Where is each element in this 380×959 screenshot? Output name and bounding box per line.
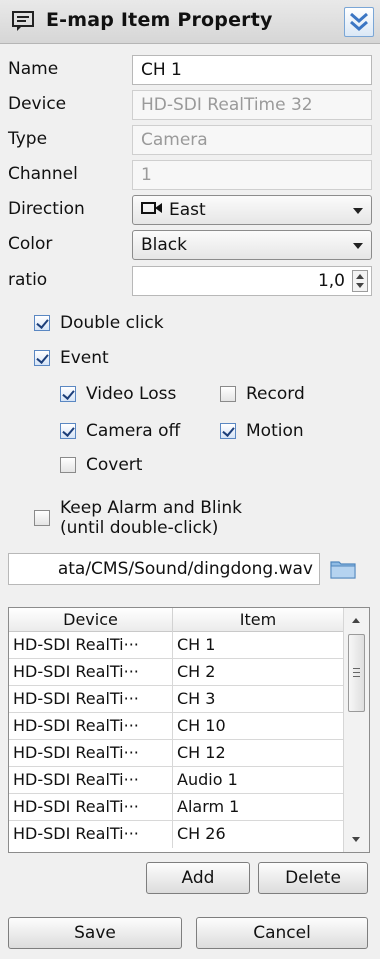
scrollbar-thumb[interactable] xyxy=(348,634,365,712)
video-loss-checkbox[interactable]: Video Loss xyxy=(60,384,176,404)
device-cell: HD-SDI RealTi··· xyxy=(9,821,173,848)
camera-icon xyxy=(141,202,162,214)
motion-checkbox[interactable]: Motion xyxy=(220,421,304,441)
panel-title: E-map Item Property xyxy=(46,9,273,31)
ratio-spinbox[interactable]: 1,0 xyxy=(132,266,372,296)
direction-value: East xyxy=(169,200,206,220)
direction-label: Direction xyxy=(8,199,85,219)
checkbox-box[interactable] xyxy=(220,423,236,439)
double-click-label: Double click xyxy=(60,313,164,333)
checkbox-box[interactable] xyxy=(34,510,50,526)
add-button[interactable]: Add xyxy=(146,862,250,894)
color-label: Color xyxy=(8,234,53,254)
table-header: Device Item xyxy=(9,608,343,632)
cancel-button[interactable]: Cancel xyxy=(196,917,368,949)
title-bar: E-map Item Property xyxy=(0,0,380,44)
sound-file-path-value: ata/CMS/Sound/dingdong.wav xyxy=(57,559,313,579)
device-label: Device xyxy=(8,94,67,114)
checkbox-box[interactable] xyxy=(60,457,76,473)
covert-checkbox[interactable]: Covert xyxy=(60,455,142,475)
device-cell: HD-SDI RealTi··· xyxy=(9,713,173,740)
item-cell: Audio 1 xyxy=(177,770,238,789)
item-cell: CH 3 xyxy=(177,689,216,708)
device-cell: HD-SDI RealTi··· xyxy=(9,794,173,821)
record-checkbox[interactable]: Record xyxy=(220,384,305,404)
event-checkbox[interactable]: Event xyxy=(34,348,109,368)
device-field: HD-SDI RealTime 32 xyxy=(132,90,372,120)
item-cell: Alarm 1 xyxy=(177,797,240,816)
column-header-item[interactable]: Item xyxy=(173,608,343,632)
dropdown-arrow-icon xyxy=(353,243,363,249)
event-label: Event xyxy=(60,348,109,368)
record-label: Record xyxy=(246,384,305,404)
color-select[interactable]: Black xyxy=(132,230,372,260)
grip-line xyxy=(353,668,360,669)
grip-line xyxy=(353,672,360,673)
emap-item-property-panel: E-map Item Property Name CH 1 Device HD-… xyxy=(0,0,380,959)
name-input[interactable]: CH 1 xyxy=(132,55,372,85)
device-item-table[interactable]: Device Item HD-SDI RealTi··· CH 1 HD-SDI… xyxy=(8,607,370,853)
item-cell: CH 12 xyxy=(177,743,226,762)
dropdown-arrow-icon xyxy=(353,208,363,214)
table-row[interactable]: HD-SDI RealTi··· CH 26 xyxy=(9,821,343,848)
video-loss-label: Video Loss xyxy=(86,384,177,404)
table-row[interactable]: HD-SDI RealTi··· Alarm 1 xyxy=(9,794,343,821)
table-row[interactable]: HD-SDI RealTi··· CH 12 xyxy=(9,740,343,767)
device-cell: HD-SDI RealTi··· xyxy=(9,632,173,659)
table-row[interactable]: HD-SDI RealTi··· CH 2 xyxy=(9,659,343,686)
keep-alarm-checkbox[interactable]: Keep Alarm and Blink (until double-click… xyxy=(34,498,242,538)
spin-down-icon[interactable] xyxy=(356,283,364,288)
table-row[interactable]: HD-SDI RealTi··· CH 3 xyxy=(9,686,343,713)
collapse-button[interactable] xyxy=(344,7,374,37)
camera-off-label: Camera off xyxy=(86,421,181,441)
keep-alarm-label: Keep Alarm and Blink (until double-click… xyxy=(60,498,242,538)
item-cell: CH 2 xyxy=(177,662,216,681)
item-cell: CH 26 xyxy=(177,824,226,843)
checkbox-box[interactable] xyxy=(220,386,236,402)
type-field: Camera xyxy=(132,125,372,155)
property-icon xyxy=(12,11,34,31)
device-cell: HD-SDI RealTi··· xyxy=(9,686,173,713)
scroll-down-icon[interactable] xyxy=(352,837,360,842)
direction-select[interactable]: East xyxy=(132,195,372,225)
table-row[interactable]: HD-SDI RealTi··· CH 10 xyxy=(9,713,343,740)
covert-label: Covert xyxy=(86,455,143,475)
device-cell: HD-SDI RealTi··· xyxy=(9,740,173,767)
grip-line xyxy=(353,676,360,677)
checkbox-box[interactable] xyxy=(34,350,50,366)
checkbox-box[interactable] xyxy=(60,386,76,402)
color-value: Black xyxy=(141,235,187,255)
table-row[interactable]: HD-SDI RealTi··· CH 1 xyxy=(9,632,343,659)
camera-off-checkbox[interactable]: Camera off xyxy=(60,421,180,441)
sound-file-path-input[interactable]: ata/CMS/Sound/dingdong.wav xyxy=(8,553,320,585)
scroll-up-icon[interactable] xyxy=(352,618,360,623)
ratio-label: ratio xyxy=(8,270,48,290)
item-cell: CH 10 xyxy=(177,716,226,735)
spin-buttons[interactable] xyxy=(352,270,368,292)
device-cell: HD-SDI RealTi··· xyxy=(9,767,173,794)
device-cell: HD-SDI RealTi··· xyxy=(9,659,173,686)
ratio-value: 1,0 xyxy=(317,271,345,291)
type-label: Type xyxy=(8,129,48,149)
checkbox-box[interactable] xyxy=(60,423,76,439)
spin-up-icon[interactable] xyxy=(356,274,364,279)
save-button[interactable]: Save xyxy=(8,917,182,949)
table-scrollbar[interactable] xyxy=(343,608,369,852)
column-header-device[interactable]: Device xyxy=(9,608,173,632)
channel-label: Channel xyxy=(8,164,78,184)
table-row[interactable]: HD-SDI RealTi··· Audio 1 xyxy=(9,767,343,794)
motion-label: Motion xyxy=(246,421,304,441)
keep-alarm-line1: Keep Alarm and Blink xyxy=(60,498,242,518)
delete-button[interactable]: Delete xyxy=(258,862,368,894)
channel-field: 1 xyxy=(132,160,372,190)
double-chevron-down-icon xyxy=(350,12,368,31)
keep-alarm-line2: (until double-click) xyxy=(60,518,219,538)
checkbox-box[interactable] xyxy=(34,315,50,331)
item-cell: CH 1 xyxy=(177,635,216,654)
name-label: Name xyxy=(8,59,59,79)
folder-icon[interactable] xyxy=(330,559,356,579)
double-click-checkbox[interactable]: Double click xyxy=(34,313,164,333)
